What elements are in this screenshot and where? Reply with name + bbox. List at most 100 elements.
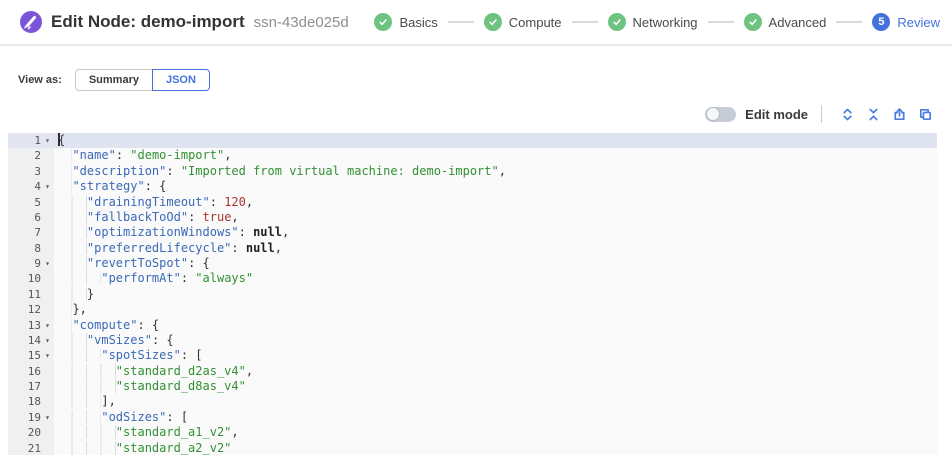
- code-text: "description": "Imported from virtual ma…: [54, 164, 937, 179]
- collapse-all-icon[interactable]: [866, 106, 882, 122]
- fold-arrow-icon[interactable]: ▾: [41, 410, 54, 425]
- toggle-knob: [707, 108, 719, 120]
- text-cursor: [58, 133, 60, 146]
- code-text: }: [54, 287, 937, 302]
- step-compute[interactable]: Compute: [484, 13, 562, 31]
- view-as-json-button[interactable]: JSON: [152, 69, 210, 91]
- gutter: 15▾: [8, 348, 54, 363]
- step-label: Advanced: [769, 15, 827, 30]
- copy-icon[interactable]: [918, 106, 934, 122]
- code-line[interactable]: 13▾ "compute": {: [8, 318, 937, 333]
- code-line[interactable]: 17 "standard_d8as_v4": [8, 379, 937, 394]
- gutter: 9▾: [8, 256, 54, 271]
- code-text: "fallbackToOd": true,: [54, 210, 937, 225]
- step-basics[interactable]: Basics: [374, 13, 437, 31]
- code-text: "spotSizes": [: [54, 348, 937, 363]
- code-line[interactable]: 18 ],: [8, 394, 937, 409]
- code-line[interactable]: 15▾ "spotSizes": [: [8, 348, 937, 363]
- line-number: 21: [8, 441, 41, 456]
- step-check-icon: [608, 13, 626, 31]
- line-number: 19: [8, 410, 41, 425]
- gutter: 16: [8, 364, 54, 379]
- code-text: "drainingTimeout": 120,: [54, 195, 937, 210]
- code-text: "performAt": "always": [54, 271, 937, 286]
- code-line[interactable]: 10 "performAt": "always": [8, 271, 937, 286]
- edit-mode-toggle[interactable]: [705, 107, 736, 122]
- view-as-summary-button[interactable]: Summary: [75, 69, 153, 91]
- code-line[interactable]: 7 "optimizationWindows": null,: [8, 225, 937, 240]
- code-line[interactable]: 1▾{: [8, 133, 937, 148]
- gutter: 20: [8, 425, 54, 440]
- view-as-switch: SummaryJSON: [75, 69, 210, 91]
- gutter: 2: [8, 148, 54, 163]
- view-as-label: View as:: [18, 74, 62, 86]
- step-networking[interactable]: Networking: [608, 13, 698, 31]
- code-line[interactable]: 11 }: [8, 287, 937, 302]
- code-line[interactable]: 5 "drainingTimeout": 120,: [8, 195, 937, 210]
- code-line[interactable]: 20 "standard_a1_v2",: [8, 425, 937, 440]
- line-number: 3: [8, 164, 41, 179]
- line-number: 18: [8, 394, 41, 409]
- code-text: "odSizes": [: [54, 410, 937, 425]
- step-number-badge: 5: [872, 13, 890, 31]
- fold-arrow-icon[interactable]: ▾: [41, 333, 54, 348]
- expand-all-icon[interactable]: [840, 106, 856, 122]
- code-line[interactable]: 16 "standard_d2as_v4",: [8, 364, 937, 379]
- gutter: 18: [8, 394, 54, 409]
- export-icon[interactable]: [892, 106, 908, 122]
- editor-toolbar: Edit mode: [705, 103, 939, 125]
- line-number: 14: [8, 333, 41, 348]
- step-label: Review: [897, 15, 940, 30]
- fold-arrow-icon[interactable]: ▾: [41, 256, 54, 271]
- step-advanced[interactable]: Advanced: [744, 13, 827, 31]
- code-line[interactable]: 8 "preferredLifecycle": null,: [8, 241, 937, 256]
- step-connector: [836, 21, 862, 23]
- gutter: 5: [8, 195, 54, 210]
- code-text: "standard_d2as_v4",: [54, 364, 937, 379]
- code-line[interactable]: 4▾ "strategy": {: [8, 179, 937, 194]
- code-text: "revertToSpot": {: [54, 256, 937, 271]
- code-text: "name": "demo-import",: [54, 148, 937, 163]
- spot-logo-icon: [20, 11, 42, 33]
- gutter: 10: [8, 271, 54, 286]
- code-line[interactable]: 2 "name": "demo-import",: [8, 148, 937, 163]
- code-text: "strategy": {: [54, 179, 937, 194]
- line-number: 11: [8, 287, 41, 302]
- line-number: 13: [8, 318, 41, 333]
- step-connector: [708, 21, 734, 23]
- gutter: 14▾: [8, 333, 54, 348]
- step-label: Basics: [399, 15, 437, 30]
- code-line[interactable]: 6 "fallbackToOd": true,: [8, 210, 937, 225]
- code-line[interactable]: 14▾ "vmSizes": {: [8, 333, 937, 348]
- line-number: 7: [8, 225, 41, 240]
- code-text: "optimizationWindows": null,: [54, 225, 937, 240]
- fold-arrow-icon[interactable]: ▾: [41, 348, 54, 363]
- code-line[interactable]: 9▾ "revertToSpot": {: [8, 256, 937, 271]
- code-line[interactable]: 3 "description": "Imported from virtual …: [8, 164, 937, 179]
- gutter: 21: [8, 441, 54, 456]
- fold-arrow-icon[interactable]: ▾: [41, 179, 54, 194]
- step-review[interactable]: 5 Review: [872, 13, 940, 31]
- code-line[interactable]: 19▾ "odSizes": [: [8, 410, 937, 425]
- step-label: Compute: [509, 15, 562, 30]
- step-connector: [572, 21, 598, 23]
- code-text: {: [54, 133, 937, 148]
- json-code-editor[interactable]: 1▾{2 "name": "demo-import",3 "descriptio…: [8, 133, 937, 455]
- gutter: 3: [8, 164, 54, 179]
- gutter: 17: [8, 379, 54, 394]
- line-number: 12: [8, 302, 41, 317]
- line-number: 4: [8, 179, 41, 194]
- fold-arrow-icon[interactable]: ▾: [41, 133, 54, 148]
- step-label: Networking: [633, 15, 698, 30]
- line-number: 8: [8, 241, 41, 256]
- line-number: 9: [8, 256, 41, 271]
- code-line[interactable]: 12 },: [8, 302, 937, 317]
- fold-arrow-icon[interactable]: ▾: [41, 318, 54, 333]
- line-number: 5: [8, 195, 41, 210]
- code-line[interactable]: 21 "standard_a2_v2": [8, 441, 937, 456]
- step-connector: [448, 21, 474, 23]
- gutter: 19▾: [8, 410, 54, 425]
- code-text: "preferredLifecycle": null,: [54, 241, 937, 256]
- gutter: 4▾: [8, 179, 54, 194]
- gutter: 11: [8, 287, 54, 302]
